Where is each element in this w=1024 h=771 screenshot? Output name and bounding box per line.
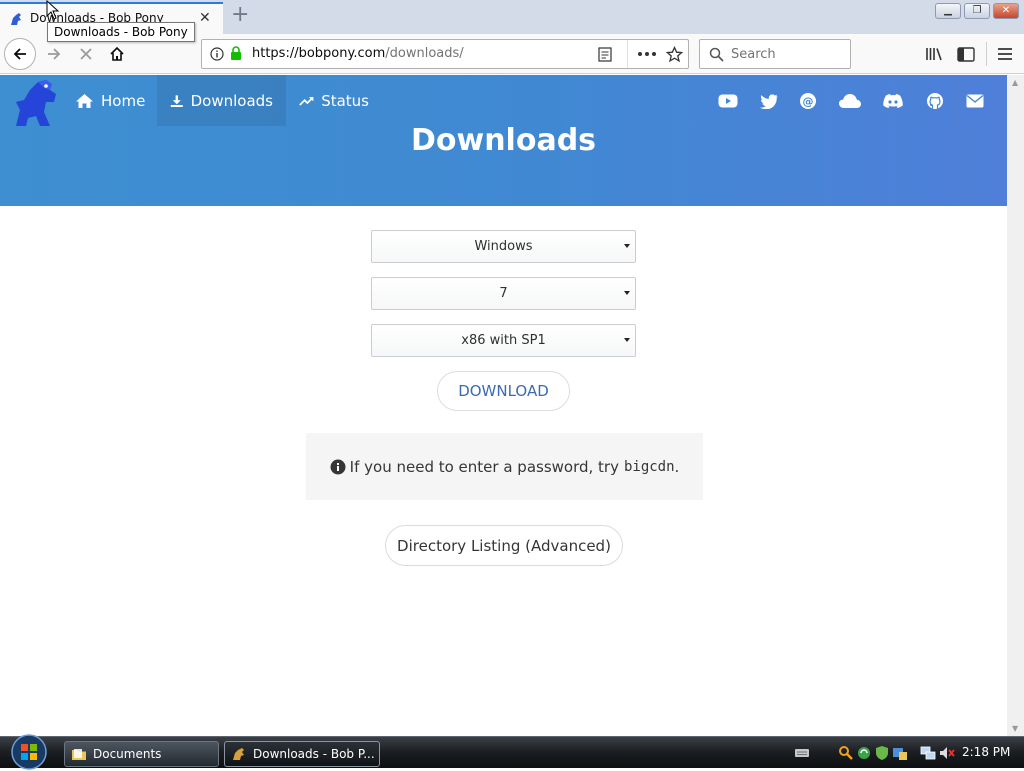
- taskbar-clock: 2:18 PM: [962, 745, 1011, 759]
- scroll-up-icon[interactable]: ▲: [1012, 78, 1018, 87]
- os-select[interactable]: Windows: [371, 230, 636, 263]
- notice-text: If you need to enter a password, try: [349, 457, 619, 476]
- mastodon-icon: @: [800, 93, 816, 109]
- folder-icon: [72, 749, 86, 760]
- trending-up-icon: [299, 96, 314, 106]
- site-nav-status-label: Status: [321, 91, 369, 110]
- page-title: Downloads: [410, 123, 597, 158]
- mouse-cursor-icon: [46, 0, 60, 20]
- back-button[interactable]: [4, 38, 36, 70]
- minimize-button[interactable]: ▁: [935, 3, 961, 19]
- version-select[interactable]: 7: [371, 277, 636, 310]
- stop-button[interactable]: [70, 38, 102, 70]
- search-icon: [709, 47, 724, 62]
- chevron-down-icon: [624, 338, 630, 342]
- site-nav-home[interactable]: Home: [65, 75, 156, 126]
- pony-favicon-icon: [11, 13, 21, 25]
- page-scrollbar[interactable]: [1007, 75, 1024, 736]
- url-bar[interactable]: https://bobpony.com/downloads/: [201, 39, 689, 69]
- keyboard-icon[interactable]: [794, 745, 810, 761]
- taskbar-documents-label: Documents: [93, 747, 162, 761]
- more-actions-icon[interactable]: [638, 52, 656, 56]
- info-icon: [330, 459, 346, 474]
- chevron-down-icon: [624, 244, 630, 248]
- twitter-link[interactable]: [759, 91, 779, 111]
- youtube-link[interactable]: [718, 91, 738, 111]
- edition-select-value: x86 with SP1: [461, 333, 546, 348]
- search-input[interactable]: Search: [699, 39, 851, 69]
- mastodon-link[interactable]: @: [798, 91, 818, 111]
- password-notice: If you need to enter a password, try big…: [306, 433, 703, 500]
- library-button[interactable]: [923, 43, 945, 65]
- github-icon: [927, 93, 943, 109]
- discord-link[interactable]: [882, 91, 904, 111]
- scroll-down-icon[interactable]: ▼: [1012, 724, 1018, 733]
- arrow-left-icon: [13, 48, 26, 60]
- twitter-icon: [760, 93, 778, 109]
- network-icon[interactable]: [920, 745, 936, 761]
- close-window-button[interactable]: ✕: [993, 3, 1019, 19]
- forward-button[interactable]: [38, 38, 70, 70]
- taskbar-firefox-label: Downloads - Bob P...: [253, 747, 375, 761]
- download-button[interactable]: DOWNLOAD: [437, 371, 570, 411]
- search-tray-icon[interactable]: [838, 745, 854, 761]
- maximize-button[interactable]: ❐: [964, 3, 990, 19]
- discord-icon: [883, 94, 903, 108]
- site-nav-downloads[interactable]: Downloads: [157, 75, 286, 126]
- sync-icon[interactable]: [856, 745, 872, 761]
- edition-select[interactable]: x86 with SP1: [371, 324, 636, 357]
- tab-tooltip: Downloads - Bob Pony: [47, 22, 195, 42]
- email-icon: [966, 94, 984, 108]
- taskbar-firefox[interactable]: Downloads - Bob P...: [224, 741, 380, 767]
- home-icon: [76, 93, 93, 108]
- cloud-icon: [839, 94, 861, 108]
- hamburger-menu-icon: [998, 48, 1012, 60]
- web-page: Home Downloads Status @ Downloads Window…: [0, 75, 1007, 736]
- home-icon: [110, 46, 124, 61]
- tab-close-icon[interactable]: ✕: [199, 11, 211, 25]
- youtube-icon: [718, 94, 738, 108]
- svg-text:@: @: [803, 95, 814, 108]
- os-select-value: Windows: [474, 239, 533, 254]
- home-button[interactable]: [101, 38, 133, 70]
- reader-view-icon[interactable]: [598, 47, 612, 62]
- sidebar-icon: [957, 46, 975, 62]
- directory-listing-button[interactable]: Directory Listing (Advanced): [385, 525, 623, 566]
- url-text: https://bobpony.com/downloads/: [252, 46, 464, 61]
- volume-muted-icon[interactable]: [939, 745, 955, 761]
- stop-icon: [80, 48, 92, 60]
- email-link[interactable]: [965, 91, 985, 111]
- sidebar-button[interactable]: [955, 43, 977, 65]
- download-icon: [170, 94, 183, 107]
- site-nav-downloads-label: Downloads: [190, 91, 273, 110]
- arrow-right-icon: [48, 48, 61, 60]
- site-nav-status[interactable]: Status: [289, 75, 379, 126]
- github-link[interactable]: [925, 91, 945, 111]
- network-status-icon[interactable]: [892, 745, 908, 761]
- version-select-value: 7: [499, 286, 508, 301]
- library-icon: [926, 48, 942, 61]
- search-placeholder: Search: [731, 47, 776, 62]
- info-icon[interactable]: [210, 47, 224, 61]
- taskbar-documents[interactable]: Documents: [64, 741, 219, 767]
- start-button[interactable]: [8, 733, 50, 771]
- star-icon[interactable]: [666, 46, 683, 63]
- security-shield-icon[interactable]: [874, 745, 890, 761]
- new-tab-icon[interactable]: +: [231, 4, 249, 26]
- bob-pony-logo-icon[interactable]: [10, 78, 62, 128]
- notice-password: bigcdn: [623, 458, 675, 475]
- pony-favicon-icon: [233, 748, 244, 760]
- cloud-link[interactable]: [838, 91, 862, 111]
- site-nav-home-label: Home: [101, 91, 146, 110]
- chevron-down-icon: [624, 291, 630, 295]
- lock-icon[interactable]: [230, 46, 242, 61]
- hero-banner: Home Downloads Status @ Downloads: [0, 75, 1007, 206]
- menu-button[interactable]: [994, 43, 1016, 65]
- notice-suffix: .: [674, 457, 680, 476]
- taskbar: Documents Downloads - Bob P... 2:18 PM: [0, 733, 1024, 771]
